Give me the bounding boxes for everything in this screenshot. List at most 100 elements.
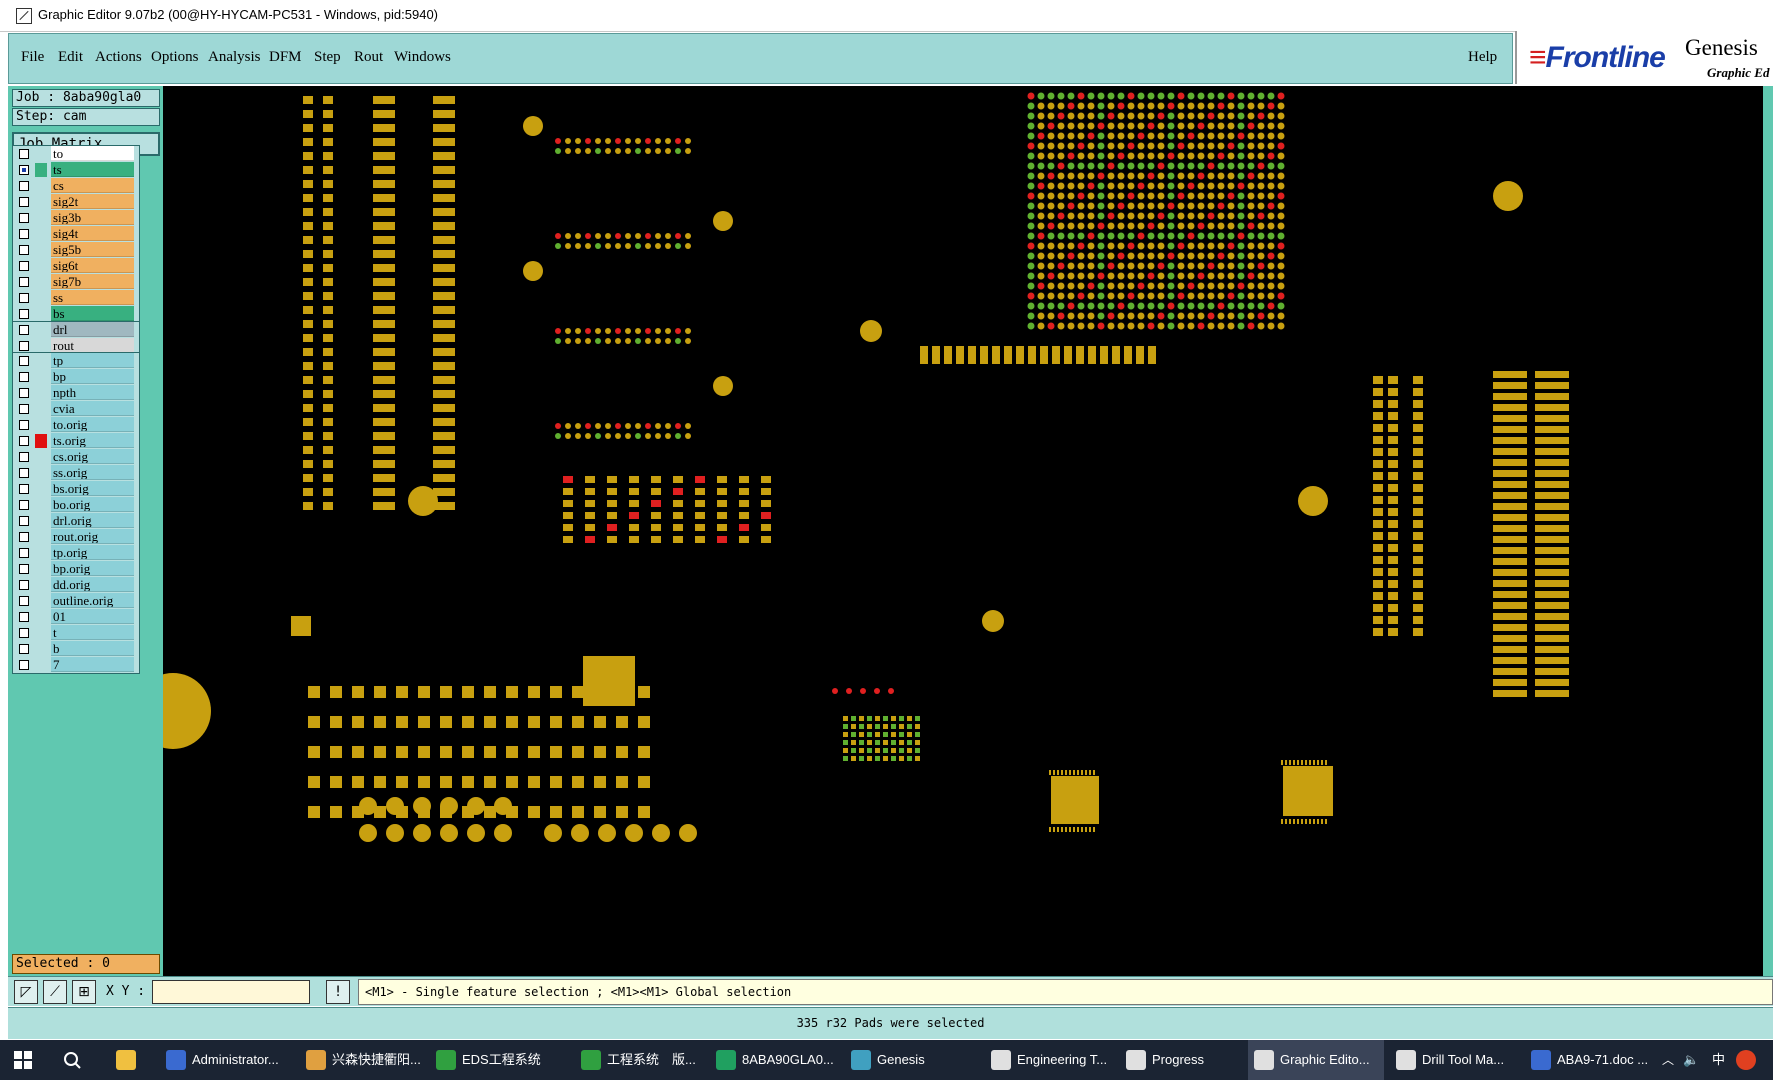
pad[interactable] — [1373, 436, 1383, 444]
pad[interactable] — [883, 724, 888, 729]
bga-pad[interactable] — [1037, 102, 1045, 110]
bga-pad[interactable] — [1147, 132, 1155, 140]
layer-checkbox[interactable] — [19, 596, 29, 606]
bga-pad[interactable] — [1057, 322, 1065, 330]
layer-checkbox[interactable] — [19, 165, 29, 175]
pad[interactable] — [607, 524, 617, 531]
pad[interactable] — [1493, 591, 1527, 598]
bga-pad[interactable] — [1057, 152, 1065, 160]
pad[interactable] — [484, 776, 496, 788]
layer-row[interactable]: cs — [13, 178, 139, 194]
round-pad[interactable] — [982, 610, 1004, 632]
pad[interactable] — [352, 716, 364, 728]
bga-pad[interactable] — [1257, 142, 1265, 150]
bga-pad[interactable] — [1197, 102, 1205, 110]
pad[interactable] — [1535, 382, 1569, 389]
pad[interactable] — [594, 806, 606, 818]
round-pad[interactable] — [408, 486, 438, 516]
bga-pad[interactable] — [1277, 142, 1285, 150]
bga-pad[interactable] — [1057, 122, 1065, 130]
layer-row[interactable]: tp.orig — [13, 545, 139, 561]
pad[interactable] — [373, 180, 395, 188]
pad[interactable] — [330, 776, 342, 788]
layer-name[interactable]: sig7b — [51, 274, 134, 289]
pad[interactable] — [1535, 591, 1569, 598]
layer-name[interactable]: cs — [51, 178, 134, 193]
bga-pad[interactable] — [1207, 212, 1215, 220]
pad[interactable] — [1289, 819, 1291, 824]
pad[interactable] — [323, 460, 333, 468]
pad[interactable] — [675, 148, 681, 154]
pad[interactable] — [859, 756, 864, 761]
bga-pad[interactable] — [1207, 252, 1215, 260]
pad[interactable] — [1373, 544, 1383, 552]
pad[interactable] — [303, 390, 313, 398]
pad[interactable] — [1321, 819, 1323, 824]
layer-checkbox[interactable] — [19, 229, 29, 239]
pad[interactable] — [563, 476, 573, 483]
pad[interactable] — [673, 500, 683, 507]
pad[interactable] — [418, 806, 430, 818]
pad[interactable] — [1373, 388, 1383, 396]
bga-pad[interactable] — [1127, 152, 1135, 160]
layer-name[interactable]: cvia — [51, 401, 134, 416]
bga-pad[interactable] — [1027, 262, 1035, 270]
bga-pad[interactable] — [1107, 122, 1115, 130]
bga-pad[interactable] — [1167, 302, 1175, 310]
pad[interactable] — [506, 686, 518, 698]
pad[interactable] — [1088, 346, 1096, 364]
bga-pad[interactable] — [1187, 132, 1195, 140]
pad[interactable] — [651, 512, 661, 519]
start-button[interactable] — [14, 1040, 34, 1080]
bga-pad[interactable] — [1047, 212, 1055, 220]
pad[interactable] — [739, 536, 749, 543]
bga-pad[interactable] — [1027, 222, 1035, 230]
pad[interactable] — [616, 806, 628, 818]
pad[interactable] — [651, 488, 661, 495]
layer-checkbox[interactable] — [19, 356, 29, 366]
pad[interactable] — [843, 724, 848, 729]
bga-pad[interactable] — [1217, 282, 1225, 290]
pad[interactable] — [1493, 635, 1527, 642]
bga-pad[interactable] — [1197, 142, 1205, 150]
pad[interactable] — [607, 536, 617, 543]
bga-pad[interactable] — [1227, 112, 1235, 120]
pad[interactable] — [462, 716, 474, 728]
bga-pad[interactable] — [1197, 282, 1205, 290]
layer-name[interactable]: to — [51, 146, 134, 161]
bga-pad[interactable] — [1267, 142, 1275, 150]
bga-pad[interactable] — [1197, 152, 1205, 160]
bga-pad[interactable] — [1277, 262, 1285, 270]
bga-pad[interactable] — [1177, 92, 1185, 100]
pad[interactable] — [739, 488, 749, 495]
bga-pad[interactable] — [1027, 192, 1035, 200]
bga-pad[interactable] — [1147, 192, 1155, 200]
bga-pad[interactable] — [1257, 222, 1265, 230]
bga-pad[interactable] — [1217, 232, 1225, 240]
pad[interactable] — [373, 96, 395, 104]
pad[interactable] — [655, 138, 661, 144]
pad[interactable] — [605, 148, 611, 154]
bga-pad[interactable] — [1207, 222, 1215, 230]
bga-pad[interactable] — [1257, 272, 1265, 280]
pad[interactable] — [1535, 481, 1569, 488]
bga-pad[interactable] — [1137, 222, 1145, 230]
bga-pad[interactable] — [1157, 312, 1165, 320]
pad[interactable] — [1081, 770, 1083, 775]
pad[interactable] — [1493, 415, 1527, 422]
bga-pad[interactable] — [1177, 112, 1185, 120]
layer-row[interactable]: ts.orig — [13, 433, 139, 449]
bga-pad[interactable] — [1087, 202, 1095, 210]
bga-pad[interactable] — [1217, 172, 1225, 180]
bga-pad[interactable] — [1047, 292, 1055, 300]
pad[interactable] — [462, 806, 474, 818]
taskbar-app[interactable]: Engineering T... — [985, 1040, 1114, 1080]
bga-pad[interactable] — [1107, 222, 1115, 230]
pad[interactable] — [685, 328, 691, 334]
bga-pad[interactable] — [1267, 242, 1275, 250]
pad[interactable] — [915, 756, 920, 761]
pad[interactable] — [891, 756, 896, 761]
bga-pad[interactable] — [1117, 192, 1125, 200]
bga-pad[interactable] — [1147, 262, 1155, 270]
pad[interactable] — [717, 488, 727, 495]
